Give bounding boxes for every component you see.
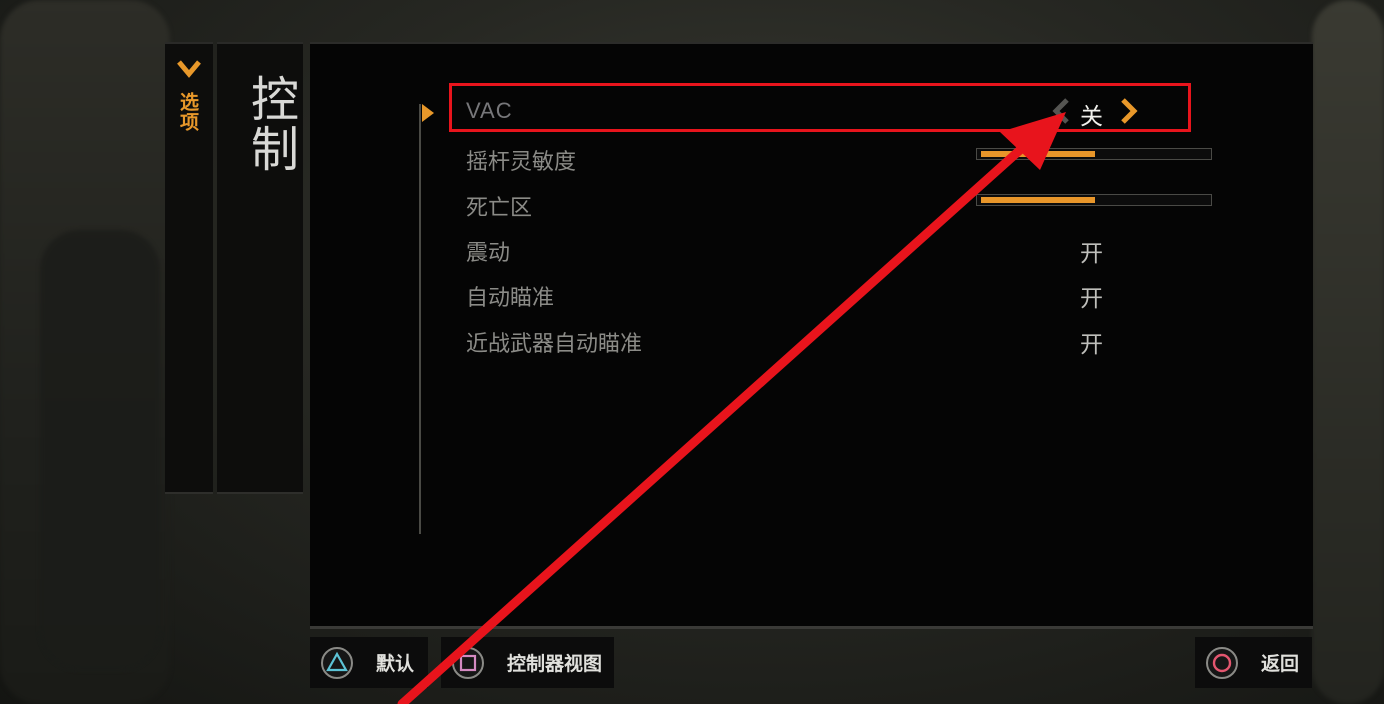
setting-value: 开 [1080, 286, 1103, 312]
setting-label: VAC [466, 98, 513, 123]
back-label: 返回 [1261, 653, 1300, 675]
page-title: 控制 [242, 74, 298, 174]
slider-fill [981, 151, 1095, 157]
default-label: 默认 [376, 653, 415, 675]
setting-value: 开 [1080, 241, 1103, 267]
background-right [1312, 0, 1384, 704]
chevron-left-icon[interactable] [1050, 96, 1072, 126]
circle-button-icon [1206, 646, 1238, 679]
setting-value: 关 [1080, 104, 1103, 130]
chevron-down-icon [177, 60, 201, 78]
controller-view-button[interactable]: 控制器视图 [441, 637, 614, 688]
triangle-button-icon [321, 646, 353, 679]
sensitivity-slider[interactable] [976, 148, 1212, 160]
back-tab-label: 选项 [177, 92, 199, 132]
setting-row-stick-sensitivity[interactable]: 摇杆灵敏度 [466, 136, 1226, 176]
default-button[interactable]: 默认 [310, 637, 428, 688]
back-button[interactable]: 返回 [1195, 637, 1312, 688]
setting-row-vac[interactable]: VAC 关 [466, 90, 1226, 130]
setting-row-dead-zone[interactable]: 死亡区 [466, 182, 1226, 222]
setting-label: 摇杆灵敏度 [466, 150, 577, 175]
setting-label: 近战武器自动瞄准 [466, 332, 643, 357]
setting-label: 自动瞄准 [466, 286, 555, 311]
setting-label: 死亡区 [466, 196, 533, 221]
chevron-right-icon[interactable] [1118, 96, 1140, 126]
slider-fill [981, 197, 1095, 203]
setting-row-auto-aim[interactable]: 自动瞄准 开 [466, 272, 1226, 312]
settings-panel: VAC 关 摇杆灵敏度 死亡区 震动 开 自动瞄准 开 近战武器自动瞄准 开 [310, 42, 1313, 629]
page-title-tab: 控制 [217, 42, 303, 494]
square-button-icon [452, 646, 484, 679]
background-shadow [40, 230, 160, 670]
setting-row-vibration[interactable]: 震动 开 [466, 227, 1226, 267]
list-scroll-line [419, 104, 421, 534]
setting-row-melee-auto-aim[interactable]: 近战武器自动瞄准 开 [466, 318, 1226, 358]
back-to-options-tab[interactable]: 选项 [165, 42, 213, 494]
setting-value: 开 [1080, 332, 1103, 358]
selection-marker-icon [422, 104, 434, 122]
controller-view-label: 控制器视图 [507, 653, 603, 675]
dead-zone-slider[interactable] [976, 194, 1212, 206]
setting-label: 震动 [466, 241, 511, 266]
